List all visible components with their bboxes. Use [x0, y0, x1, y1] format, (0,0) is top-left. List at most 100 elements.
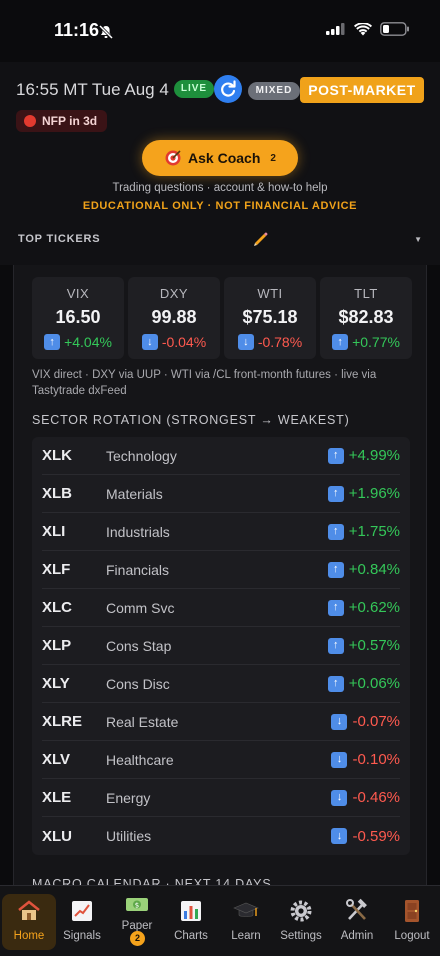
sector-symbol: XLU — [42, 827, 72, 845]
sector-row[interactable]: XLB Materials ↑ +1.96% — [42, 475, 400, 513]
sector-change: ↓ -0.46% — [331, 789, 400, 806]
arrow-up-icon: ↑ — [327, 523, 344, 540]
tab-label: Logout — [394, 930, 430, 942]
tab-admin[interactable]: Admin — [330, 894, 384, 950]
sector-name: Comm Svc — [106, 599, 175, 616]
arrow-up-icon: ↑ — [44, 334, 61, 350]
sector-row[interactable]: XLY Cons Disc ↑ +0.06% — [42, 665, 400, 703]
ticker-tile[interactable]: VIX 16.50 ↑ +4.04% — [32, 277, 124, 359]
ticker-price: 99.88 — [151, 307, 197, 327]
arrow-up-icon: ↑ — [327, 599, 344, 616]
graduation-cap-icon — [233, 902, 259, 917]
sector-name: Cons Disc — [106, 675, 170, 692]
sector-row[interactable]: XLC Comm Svc ↑ +0.62% — [42, 589, 400, 627]
paper-count-badge: 2 — [130, 931, 145, 946]
sector-row[interactable]: XLV Healthcare ↓ -0.10% — [42, 741, 400, 779]
sector-rotation-title: SECTOR ROTATION (STRONGEST → WEAKEST) — [32, 413, 350, 427]
sector-symbol: XLI — [42, 523, 66, 540]
svg-text:$: $ — [135, 902, 139, 910]
market-datetime: 16:55 MT Tue Aug 4 — [16, 80, 169, 99]
ticker-price: $82.83 — [338, 307, 394, 327]
sector-change: ↑ +1.96% — [327, 485, 400, 502]
bar-chart-icon — [181, 901, 201, 921]
sector-symbol: XLK — [42, 447, 72, 464]
red-circle-icon — [24, 115, 36, 127]
door-icon — [405, 900, 419, 922]
mixed-badge: MIXED — [248, 82, 300, 100]
sector-change: ↓ -0.59% — [331, 828, 400, 845]
pencil-icon[interactable] — [252, 230, 270, 248]
tab-settings[interactable]: Settings — [274, 894, 328, 950]
ticker-tile[interactable]: DXY 99.88 ↓ -0.04% — [128, 277, 220, 359]
sector-row[interactable]: XLU Utilities ↓ -0.59% — [42, 817, 400, 855]
tab-label: Admin — [340, 930, 374, 942]
refresh-button[interactable] — [214, 75, 242, 103]
house-icon — [18, 900, 40, 920]
sector-row[interactable]: XLF Financials ↑ +0.84% — [42, 551, 400, 589]
tab-learn[interactable]: Learn — [219, 894, 273, 950]
tab-label: Settings — [280, 930, 322, 942]
sector-change: ↑ +4.99% — [327, 447, 400, 464]
sector-symbol: XLRE — [42, 713, 83, 730]
tab-label: Signals — [63, 930, 101, 942]
tab-logout[interactable]: Logout — [385, 894, 439, 950]
ticker-change: ↓ -0.78% — [224, 334, 316, 350]
sector-change-value: +0.57% — [348, 637, 400, 654]
ticker-name: VIX — [66, 286, 90, 301]
gear-icon — [290, 900, 312, 922]
sector-change-value: +0.84% — [348, 561, 400, 578]
chart-increasing-icon — [72, 901, 92, 921]
tab-home[interactable]: Home — [2, 894, 56, 950]
sector-list: XLK Technology ↑ +4.99% XLB Materials ↑ +1.96%… — [32, 437, 410, 855]
sector-change: ↓ -0.10% — [331, 751, 400, 768]
sector-symbol: XLE — [42, 789, 72, 806]
sector-change-value: -0.07% — [352, 713, 400, 730]
nfp-event-badge[interactable]: NFP in 3d — [16, 110, 108, 132]
sector-name: Financials — [106, 561, 170, 578]
arrow-up-icon: ↑ — [332, 334, 349, 350]
ticker-tile[interactable]: TLT $82.83 ↑ +0.77% — [320, 277, 412, 359]
live-badge: LIVE — [174, 80, 214, 98]
ask-coach-label: Ask Coach — [188, 150, 261, 166]
ask-coach-button[interactable]: Ask Coach 2 — [142, 140, 298, 176]
status-bar: 11:16 — [0, 0, 440, 62]
tab-signals[interactable]: Signals — [55, 894, 109, 950]
sector-row[interactable]: XLI Industrials ↑ +1.75% — [42, 513, 400, 551]
sector-row[interactable]: XLRE Real Estate ↓ -0.07% — [42, 703, 400, 741]
arrow-up-icon: ↑ — [327, 447, 344, 464]
sector-row[interactable]: XLE Energy ↓ -0.46% — [42, 779, 400, 817]
bell-off-icon — [98, 24, 114, 40]
arrow-down-icon: ↓ — [141, 334, 158, 350]
sector-name: Real Estate — [106, 713, 179, 730]
sector-change-value: +1.96% — [348, 485, 400, 502]
coach-subtitle: Trading questions · account & how-to hel… — [112, 182, 328, 194]
sector-name: Energy — [106, 789, 151, 806]
disclaimer: EDUCATIONAL ONLY · NOT FINANCIAL ADVICE — [82, 200, 358, 212]
tab-label: Learn — [231, 930, 261, 942]
ticker-name: TLT — [354, 286, 378, 301]
sector-symbol: XLY — [42, 675, 70, 692]
ticker-tiles: VIX 16.50 ↑ +4.04% DXY 99.88 ↓ -0.04% WT… — [32, 277, 412, 359]
refresh-icon — [221, 80, 236, 97]
chevron-down-icon[interactable]: ▼ — [414, 235, 422, 244]
nfp-event-label: NFP in 3d — [42, 114, 98, 128]
sector-row[interactable]: XLP Cons Stap ↑ +0.57% — [42, 627, 400, 665]
tab-paper[interactable]: $ Paper 2 — [110, 888, 164, 946]
sector-change-value: +1.75% — [348, 523, 400, 540]
dashboard-content[interactable]: VIX 16.50 ↑ +4.04% DXY 99.88 ↓ -0.04% WT… — [13, 265, 427, 885]
ticker-tile[interactable]: WTI $75.18 ↓ -0.78% — [224, 277, 316, 359]
app-header: 16:55 MT Tue Aug 4 LIVE MIXED POST-MARKE… — [0, 62, 440, 265]
sector-name: Utilities — [106, 828, 152, 844]
hammer-wrench-icon — [346, 898, 367, 920]
ticker-change-value: +4.04% — [64, 334, 112, 350]
ticker-name: DXY — [159, 286, 189, 301]
sector-change-value: -0.46% — [352, 789, 400, 806]
sector-row[interactable]: XLK Technology ↑ +4.99% — [42, 437, 400, 475]
ticker-change-value: -0.78% — [257, 334, 303, 350]
sector-change: ↑ +1.75% — [327, 523, 400, 540]
tab-charts[interactable]: Charts — [164, 894, 218, 950]
sector-change: ↑ +0.84% — [327, 561, 400, 578]
sector-symbol: XLF — [42, 561, 71, 578]
sector-change: ↑ +0.06% — [327, 675, 400, 692]
sector-change: ↑ +0.57% — [327, 637, 400, 654]
